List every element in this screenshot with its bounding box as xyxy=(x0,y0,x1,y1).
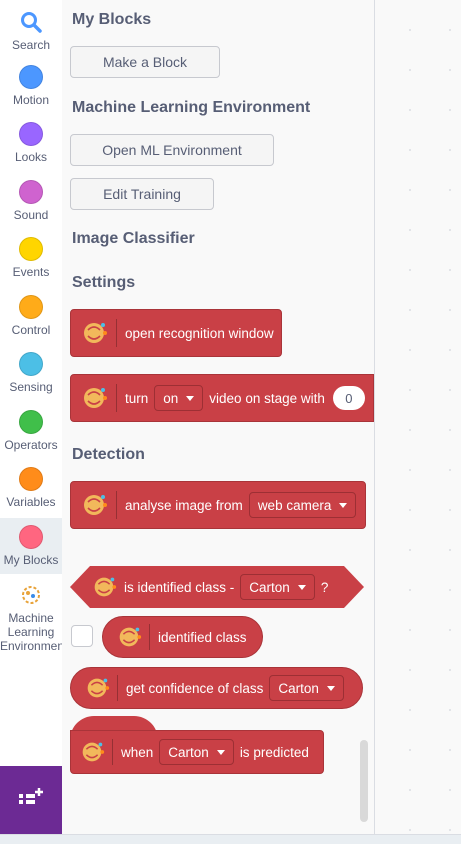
category-label: Variables xyxy=(6,495,56,509)
block-text: video on stage with xyxy=(209,390,325,406)
dropdown-value: Carton xyxy=(168,744,209,760)
category-my-blocks[interactable]: My Blocks xyxy=(0,518,62,574)
category-variables[interactable]: Variables xyxy=(0,467,62,509)
edit-training-button[interactable]: Edit Training xyxy=(70,178,214,210)
block-text: ? xyxy=(320,579,329,595)
category-looks[interactable]: Looks xyxy=(0,122,62,164)
image-classifier-header: Image Classifier xyxy=(72,230,195,247)
ml-brain-icon xyxy=(90,573,118,601)
turn-video-block[interactable]: turn on video on stage with 0 xyxy=(70,374,374,422)
block-palette: My Blocks Make a Block Machine Learning … xyxy=(62,0,375,843)
make-block-button[interactable]: Make a Block xyxy=(70,46,220,78)
category-sound[interactable]: Sound xyxy=(0,180,62,222)
category-menu: Search Motion Looks Sound Events Control… xyxy=(0,0,68,843)
block-text: is predicted xyxy=(239,744,309,760)
block-separator xyxy=(112,739,113,765)
category-ml-environment[interactable]: Machine Learning Environment xyxy=(0,583,68,653)
settings-header: Settings xyxy=(72,274,136,291)
dropdown-arrow-icon xyxy=(326,685,335,691)
script-canvas[interactable] xyxy=(375,0,461,843)
my-blocks-dot-icon xyxy=(19,525,43,549)
add-extension-icon xyxy=(17,786,45,815)
block-text: open recognition window xyxy=(125,325,274,341)
when-predicted-block[interactable]: when Carton is predicted xyxy=(70,730,324,774)
dropdown-value: Carton xyxy=(249,579,290,595)
category-label-line: Environment xyxy=(0,639,68,653)
block-separator xyxy=(149,624,150,650)
dropdown-arrow-icon xyxy=(298,585,306,590)
is-identified-class-block[interactable]: is identified class - Carton ? xyxy=(70,566,364,608)
dropdown-arrow-icon xyxy=(216,749,225,755)
search-icon xyxy=(19,10,43,34)
category-label: Sound xyxy=(13,208,49,222)
block-separator xyxy=(116,384,117,412)
motion-dot-icon xyxy=(19,65,43,89)
category-operators[interactable]: Operators xyxy=(0,410,62,452)
class-dropdown[interactable]: Carton xyxy=(240,574,315,600)
class-dropdown[interactable]: Carton xyxy=(269,675,344,701)
open-ml-environment-button[interactable]: Open ML Environment xyxy=(70,134,274,166)
category-motion[interactable]: Motion xyxy=(0,65,62,107)
open-recognition-window-block[interactable]: open recognition window xyxy=(70,309,282,357)
brain-icon xyxy=(19,583,43,607)
identified-class-block[interactable]: identified class xyxy=(102,616,263,658)
ml-brain-icon xyxy=(78,489,110,521)
block-text: turn xyxy=(125,390,149,406)
turn-state-dropdown[interactable]: on xyxy=(154,385,204,411)
category-label: Control xyxy=(11,323,51,337)
ml-brain-icon xyxy=(115,623,143,651)
category-label-line: Machine xyxy=(8,611,54,625)
category-label: My Blocks xyxy=(3,553,59,567)
dropdown-value: Carton xyxy=(278,680,319,696)
block-separator xyxy=(116,491,117,519)
show-reporter-checkbox[interactable] xyxy=(71,625,93,647)
category-control[interactable]: Control xyxy=(0,295,62,337)
ml-brain-icon xyxy=(78,382,110,414)
operators-dot-icon xyxy=(19,410,43,434)
block-text: identified class xyxy=(158,629,247,645)
category-label-line: Learning xyxy=(7,625,55,639)
block-separator xyxy=(116,319,117,347)
block-separator xyxy=(117,675,118,701)
category-label: Search xyxy=(11,38,51,52)
analyse-image-block[interactable]: analyse image from web camera xyxy=(70,481,366,529)
palette-scrollbar[interactable] xyxy=(360,740,368,822)
category-sensing[interactable]: Sensing xyxy=(0,352,62,394)
block-text: get confidence of class xyxy=(126,680,264,696)
ml-brain-icon xyxy=(78,317,110,349)
class-dropdown[interactable]: Carton xyxy=(159,739,234,765)
my-blocks-header: My Blocks xyxy=(72,11,152,28)
sensing-dot-icon xyxy=(19,352,43,376)
dropdown-value: on xyxy=(163,390,179,406)
block-text: when xyxy=(121,744,154,760)
category-label: Motion xyxy=(12,93,50,107)
get-confidence-block[interactable]: get confidence of class Carton xyxy=(70,667,363,709)
block-text: analyse image from xyxy=(125,497,243,513)
add-extension-button[interactable] xyxy=(0,766,62,834)
category-label: Looks xyxy=(14,150,48,164)
variables-dot-icon xyxy=(19,467,43,491)
detection-header: Detection xyxy=(72,446,145,463)
category-label: Sensing xyxy=(9,380,53,394)
transparency-input[interactable]: 0 xyxy=(332,386,365,410)
events-dot-icon xyxy=(19,237,43,261)
dropdown-arrow-icon xyxy=(186,395,195,401)
ml-brain-icon xyxy=(83,674,111,702)
category-events[interactable]: Events xyxy=(0,237,62,279)
category-label: Operators xyxy=(4,438,58,452)
image-source-dropdown[interactable]: web camera xyxy=(248,492,357,518)
sound-dot-icon xyxy=(19,180,43,204)
dropdown-value: web camera xyxy=(257,497,332,513)
category-search[interactable]: Search xyxy=(0,10,62,52)
ml-environment-header: Machine Learning Environment xyxy=(72,99,311,116)
block-text: is identified class - xyxy=(124,579,235,595)
control-dot-icon xyxy=(19,295,43,319)
dropdown-arrow-icon xyxy=(339,502,348,508)
ml-brain-icon xyxy=(78,738,106,766)
looks-dot-icon xyxy=(19,122,43,146)
category-label: Events xyxy=(12,265,50,279)
